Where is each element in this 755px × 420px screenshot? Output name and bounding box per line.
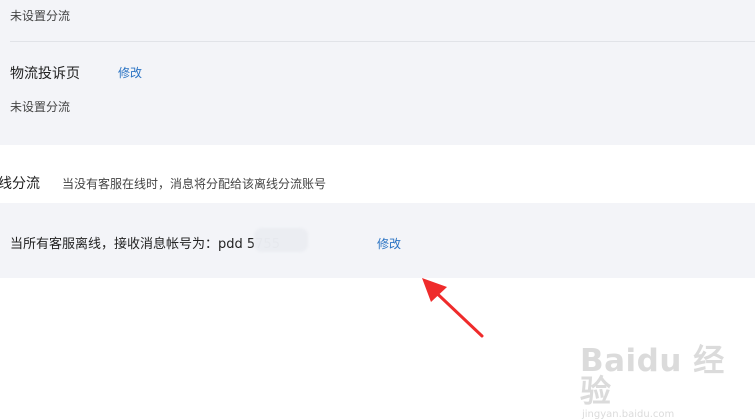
offline-split-title: 线分流	[0, 176, 40, 192]
section-divider	[10, 41, 755, 42]
watermark-brand: Baidu 经验	[580, 343, 725, 410]
logistics-panel: 未设置分流 物流投诉页 修改 未设置分流	[0, 0, 755, 145]
watermark-domain: jingyan.baidu.com	[582, 409, 675, 420]
offline-split-description: 当没有客服在线时，消息将分配给该离线分流账号	[62, 177, 327, 191]
offline-account-edit-link[interactable]: 修改	[377, 235, 401, 252]
redacted-account-blur	[254, 228, 308, 252]
logistics-edit-link[interactable]: 修改	[118, 64, 142, 81]
top-split-status: 未设置分流	[10, 9, 71, 23]
red-arrow-shaft	[425, 282, 484, 338]
offline-account-text: 当所有客服离线，接收消息帐号为：pdd 5755	[10, 237, 280, 252]
red-arrow-head	[422, 278, 447, 302]
logistics-split-status: 未设置分流	[10, 100, 71, 114]
baidu-jingyan-watermark: Baidu 经验 jingyan.baidu.com	[580, 346, 755, 420]
logistics-complaint-title: 物流投诉页	[10, 66, 80, 82]
